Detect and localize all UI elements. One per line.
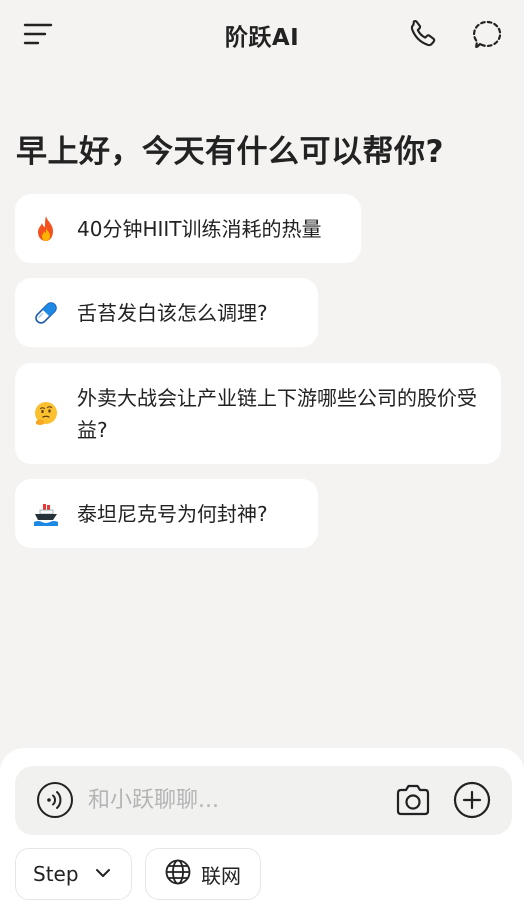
suggestion-text: 泰坦尼克号为何封神? <box>77 501 268 526</box>
new-chat-button[interactable] <box>466 14 510 54</box>
fire-icon <box>31 214 61 244</box>
pill-icon <box>31 298 61 328</box>
suggestion-card[interactable]: 舌苔发白该怎么调理? <box>15 278 318 347</box>
app-title: 阶跃AI <box>224 25 300 51</box>
chevron-down-icon <box>94 863 112 887</box>
voice-call-button[interactable] <box>402 14 444 54</box>
app-header: 阶跃AI <box>0 0 524 68</box>
greeting-heading: 早上好，今天有什么可以帮你? <box>16 134 444 170</box>
web-search-toggle[interactable]: 联网 <box>145 848 261 900</box>
thinking-face-icon <box>31 399 61 429</box>
web-search-label: 联网 <box>201 863 241 888</box>
ship-icon <box>31 499 61 529</box>
suggestion-text: 外卖大战会让产业链上下游哪些公司的股价受益? <box>77 385 477 442</box>
camera-icon <box>396 784 430 816</box>
suggestion-text: 40分钟HIIT训练消耗的热量 <box>77 216 322 241</box>
suggestion-text: 舌苔发白该怎么调理? <box>77 300 268 325</box>
add-icon <box>453 781 491 819</box>
suggestion-card[interactable]: 40分钟HIIT训练消耗的热量 <box>15 194 361 263</box>
suggestion-card[interactable]: 外卖大战会让产业链上下游哪些公司的股价受益? <box>15 363 501 464</box>
camera-button[interactable] <box>393 780 433 820</box>
chat-input[interactable] <box>88 784 378 816</box>
voice-input-button[interactable] <box>35 780 75 820</box>
model-selector[interactable]: Step <box>15 848 132 900</box>
suggestion-card[interactable]: 泰坦尼克号为何封神? <box>15 479 318 548</box>
phone-icon <box>410 19 436 47</box>
new-chat-icon <box>473 20 502 50</box>
globe-icon <box>165 859 191 890</box>
add-attachment-button[interactable] <box>452 780 492 820</box>
voice-icon <box>37 782 73 818</box>
model-label: Step <box>33 862 79 886</box>
